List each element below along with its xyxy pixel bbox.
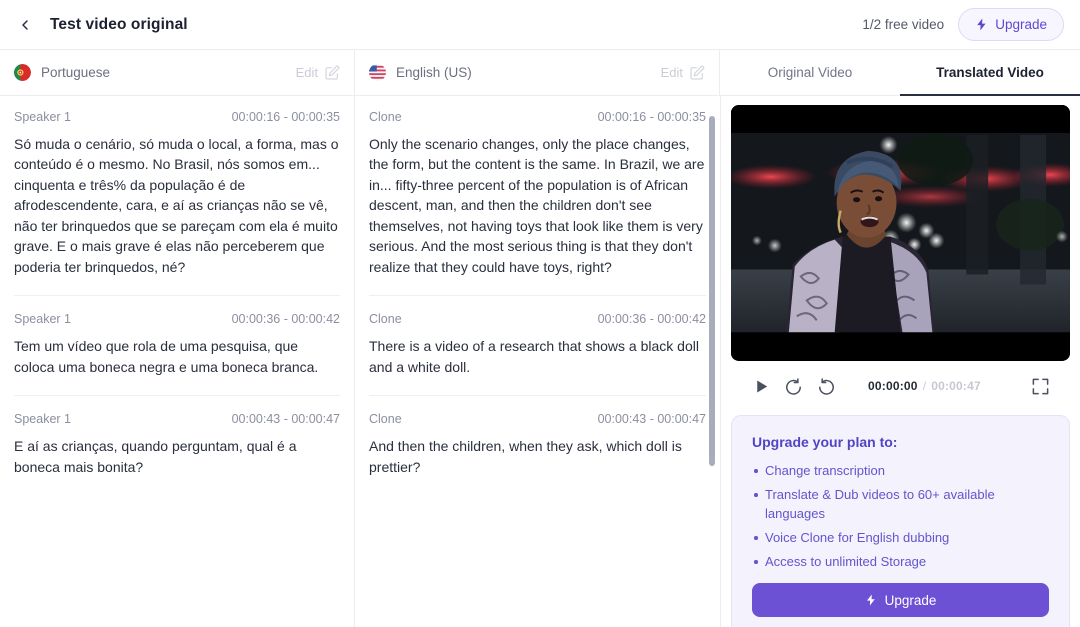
transcript-segment[interactable]: Clone 00:00:43 - 00:00:47 And then the c… [369,396,706,495]
target-language-header: English (US) Edit [355,50,720,96]
segment-meta: Clone 00:00:16 - 00:00:35 [369,110,706,124]
segment-speaker: Clone [369,312,402,326]
panel-upgrade-label: Upgrade [884,592,937,608]
transcript-segment[interactable]: Speaker 1 00:00:36 - 00:00:42 Tem um víd… [14,296,340,396]
tab-translated-video-label: Translated Video [936,64,1044,80]
video-tab-bar: Original Video Translated Video [720,50,1080,96]
transcript-scrollbar[interactable] [709,116,715,466]
segment-speaker: Clone [369,412,402,426]
video-panel: 00:00:00 / 00:00:47 Upgrade your plan to… [720,96,1080,627]
current-time: 00:00:00 [868,379,918,393]
segment-text: There is a video of a research that show… [369,338,699,375]
segment-timestamp: 00:00:43 - 00:00:47 [597,412,706,426]
source-edit-button[interactable]: Edit [296,65,340,81]
segment-text: Tem um vídeo que rola de uma pesquisa, q… [14,338,319,375]
header-upgrade-button[interactable]: Upgrade [958,8,1064,41]
app-root: Test video original 1/2 free video Upgra… [0,0,1080,627]
back-button[interactable] [12,12,38,38]
video-player[interactable] [731,105,1070,361]
tab-original-video[interactable]: Original Video [720,50,900,96]
segment-meta: Clone 00:00:36 - 00:00:42 [369,312,706,326]
time-display: 00:00:00 / 00:00:47 [868,379,981,393]
usa-flag-icon [369,64,386,81]
page-title: Test video original [50,15,188,33]
list-item: Access to unlimited Storage [752,552,1049,571]
free-video-counter: 1/2 free video [862,17,945,32]
tab-translated-video[interactable]: Translated Video [900,50,1080,96]
chevron-left-icon [22,19,28,30]
segment-text: Só muda o cenário, só muda o local, a fo… [14,135,339,275]
header-actions: 1/2 free video Upgrade [862,8,1064,41]
column-headers: Portuguese Edit English (US) Edit Origin… [0,50,1080,96]
segment-timestamp: 00:00:36 - 00:00:42 [597,312,706,326]
segment-timestamp: 00:00:43 - 00:00:47 [231,412,340,426]
tab-original-video-label: Original Video [767,65,853,80]
pencil-square-icon [690,65,705,80]
pencil-square-icon [325,65,340,80]
top-header-bar: Test video original 1/2 free video Upgra… [0,0,1080,50]
segment-timestamp: 00:00:36 - 00:00:42 [231,312,340,326]
target-transcript-scroller: women, it's the same story. Clone 00:00:… [369,96,706,495]
list-item: Change transcription [752,461,1049,480]
lightning-bolt-icon [977,18,986,31]
upgrade-panel-title: Upgrade your plan to: [752,434,898,450]
transcript-pane: outras mulheres pretas, é a mesma histór… [0,96,720,627]
lightning-bolt-icon [866,594,875,606]
fullscreen-icon[interactable] [1031,377,1050,396]
source-transcript-column[interactable]: outras mulheres pretas, é a mesma histór… [0,96,355,627]
source-transcript-scroller: outras mulheres pretas, é a mesma histór… [14,96,340,495]
source-language-header: Portuguese Edit [0,50,355,96]
target-language-label: English (US) [396,65,472,80]
segment-meta: Speaker 1 00:00:43 - 00:00:47 [14,412,340,426]
source-edit-label: Edit [295,65,318,80]
segment-speaker: Speaker 1 [14,312,71,326]
target-edit-label: Edit [660,65,683,80]
total-time: 00:00:47 [931,379,981,393]
list-item: Translate & Dub videos to 60+ available … [752,485,1049,523]
target-transcript-column[interactable]: women, it's the same story. Clone 00:00:… [355,96,720,627]
segment-text: E aí as crianças, quando perguntam, qual… [14,438,297,475]
list-item: Voice Clone for English dubbing [752,528,1049,547]
segment-timestamp: 00:00:16 - 00:00:35 [231,109,340,124]
transcript-segment[interactable]: Clone 00:00:16 - 00:00:35 Only the scena… [369,96,706,296]
segment-speaker: Speaker 1 [14,109,71,124]
upgrade-benefits-list: Change transcription Translate & Dub vid… [752,461,1049,571]
player-controls: 00:00:00 / 00:00:47 [731,361,1070,411]
time-separator: / [922,379,927,393]
rewind-10-icon[interactable] [784,377,803,396]
upgrade-plan-panel: Upgrade your plan to: Change transcripti… [731,415,1070,627]
transcript-segment[interactable]: Speaker 1 00:00:43 - 00:00:47 E aí as cr… [14,396,340,495]
segment-meta: Speaker 1 00:00:36 - 00:00:42 [14,312,340,326]
segment-speaker: Speaker 1 [14,412,71,426]
segment-meta: Speaker 1 00:00:16 - 00:00:35 [14,110,340,124]
segment-timestamp: 00:00:16 - 00:00:35 [597,109,706,124]
portugal-flag-icon [14,64,31,81]
panel-upgrade-button[interactable]: Upgrade [752,583,1049,617]
segment-meta: Clone 00:00:43 - 00:00:47 [369,412,706,426]
source-language-label: Portuguese [41,65,111,80]
main-body: outras mulheres pretas, é a mesma histór… [0,96,1080,627]
header-upgrade-label: Upgrade [995,17,1047,32]
segment-text: And then the children, when they ask, wh… [369,438,682,475]
target-edit-button[interactable]: Edit [661,65,705,81]
play-icon[interactable] [753,378,770,395]
segment-text: Only the scenario changes, only the plac… [369,135,705,275]
segment-speaker: Clone [369,109,402,124]
video-thumbnail [731,105,1070,361]
transcript-segment[interactable]: Speaker 1 00:00:16 - 00:00:35 Só muda o … [14,96,340,296]
forward-10-icon[interactable] [817,377,836,396]
transcript-segment[interactable]: Clone 00:00:36 - 00:00:42 There is a vid… [369,296,706,396]
